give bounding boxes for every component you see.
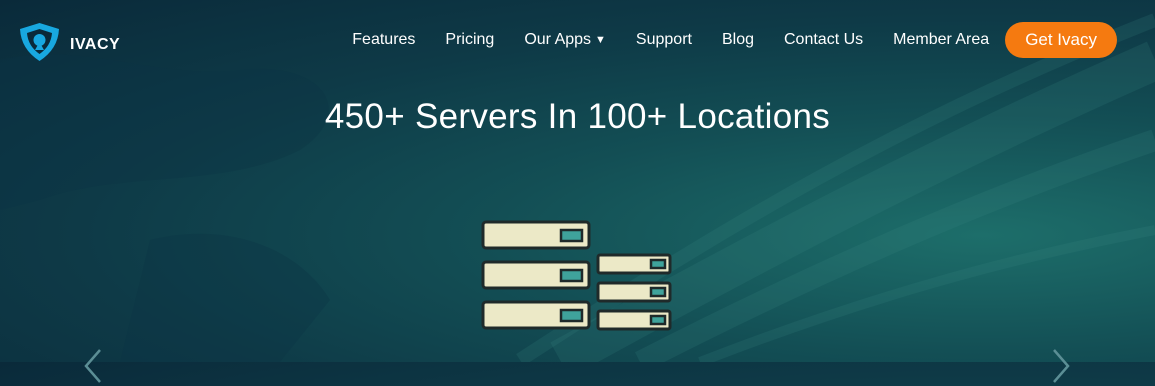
server-rack-icon xyxy=(481,220,672,331)
carousel-next-button[interactable] xyxy=(1048,346,1074,383)
chevron-left-icon xyxy=(80,346,106,386)
chevron-right-icon xyxy=(1048,346,1074,386)
carousel-prev-button[interactable] xyxy=(80,346,106,383)
